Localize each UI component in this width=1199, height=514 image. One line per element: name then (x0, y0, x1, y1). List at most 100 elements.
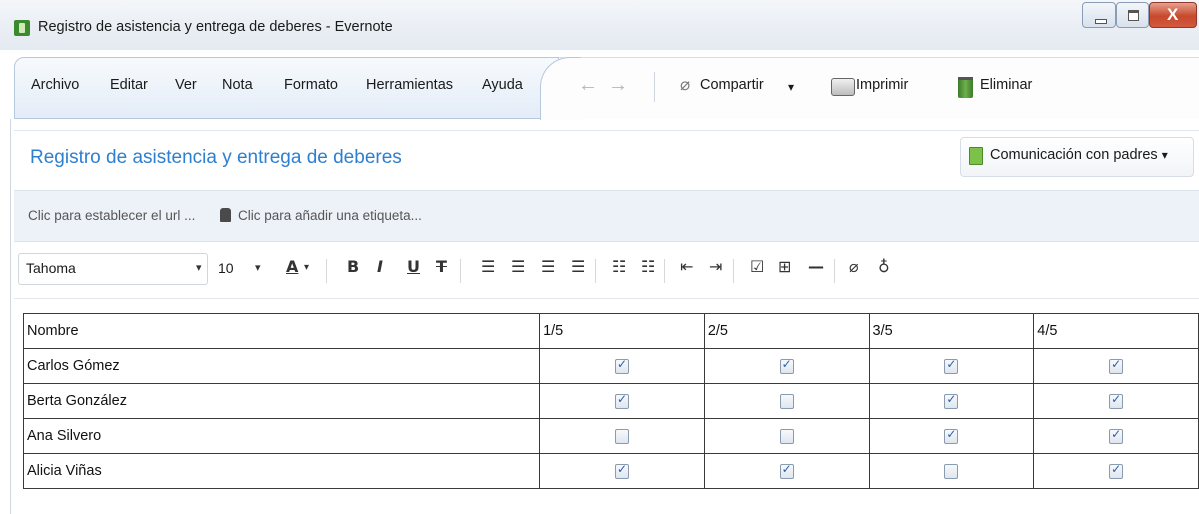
checkbox-checked[interactable] (1109, 462, 1124, 479)
checkbox-checked[interactable] (779, 462, 794, 479)
menu-formato[interactable]: Formato (284, 77, 338, 93)
delete-button[interactable]: Eliminar (980, 77, 1032, 93)
align-right-icon[interactable]: ☰ (541, 257, 555, 276)
format-divider (834, 259, 835, 283)
attachment-icon[interactable]: ⌀ (849, 257, 859, 276)
attendance-cell (868, 418, 1035, 454)
menu-herramientas[interactable]: Herramientas (366, 77, 453, 93)
share-button[interactable]: Compartir (700, 77, 764, 93)
header-date[interactable]: 2/5 (703, 313, 870, 349)
trash-icon (958, 77, 973, 98)
notebook-label: Comunicación con padres ▾ (990, 147, 1168, 163)
checkbox-checked[interactable] (944, 427, 959, 444)
checkbox-checked[interactable] (1109, 357, 1124, 374)
attendance-cell (1033, 383, 1199, 419)
checkbox-unchecked[interactable] (614, 428, 629, 444)
print-button[interactable]: Imprimir (856, 77, 908, 93)
format-divider (664, 259, 665, 283)
checkbox-checked[interactable] (944, 357, 959, 374)
note-title[interactable]: Registro de asistencia y entrega de debe… (30, 147, 402, 169)
header-date[interactable]: 3/5 (868, 313, 1035, 349)
format-divider (460, 259, 461, 283)
attendance-cell (703, 453, 870, 489)
header-date[interactable]: 4/5 (1033, 313, 1199, 349)
checkbox-checked[interactable] (779, 357, 794, 374)
close-button[interactable]: X (1149, 2, 1197, 28)
header-nombre[interactable]: Nombre (22, 313, 541, 349)
attendance-cell (1033, 418, 1199, 454)
checkbox-checked[interactable] (1109, 427, 1124, 444)
attendance-cell (539, 453, 705, 489)
align-justify-icon[interactable]: ☰ (571, 257, 585, 276)
tag-icon (220, 208, 231, 222)
menu-nota[interactable]: Nota (222, 77, 253, 93)
student-name-cell[interactable]: Carlos Gómez (22, 348, 541, 384)
header-date[interactable]: 1/5 (539, 313, 705, 349)
format-divider (326, 259, 327, 283)
toolbar-divider (654, 72, 655, 102)
window-title: Registro de asistencia y entrega de debe… (38, 19, 393, 35)
share-caret-icon[interactable]: ▾ (788, 80, 794, 94)
minimize-button[interactable] (1082, 2, 1116, 28)
window-left-edge (10, 119, 11, 514)
horizontal-rule-icon[interactable]: — (808, 257, 824, 276)
back-arrow-icon[interactable]: ← (578, 74, 598, 97)
indent-icon[interactable]: ⇥ (709, 257, 722, 276)
attendance-cell (868, 453, 1035, 489)
checkbox-unchecked[interactable] (779, 428, 794, 444)
menu-editar[interactable]: Editar (110, 77, 148, 93)
printer-icon (831, 78, 855, 96)
notebook-caret-icon: ▾ (1161, 148, 1168, 162)
table-header-row: Nombre 1/5 2/5 3/5 4/5 (22, 313, 1199, 349)
checkbox-checked[interactable] (614, 392, 629, 409)
font-color-icon[interactable]: A (286, 257, 298, 276)
attendance-cell (539, 418, 705, 454)
strikethrough-icon[interactable]: T (436, 257, 447, 276)
maximize-button[interactable] (1116, 2, 1149, 28)
italic-icon[interactable]: I (377, 257, 383, 276)
menu-archivo[interactable]: Archivo (31, 77, 79, 93)
table-insert-icon[interactable]: ⊞ (778, 257, 791, 276)
font-size-select[interactable]: 10 (218, 260, 234, 276)
checkbox-unchecked[interactable] (944, 463, 959, 479)
tag-field[interactable]: Clic para añadir una etiqueta... (238, 208, 422, 223)
checkbox-checked[interactable] (1109, 392, 1124, 409)
student-name-cell[interactable]: Berta González (22, 383, 541, 419)
student-name-cell[interactable]: Alicia Viñas (22, 453, 541, 489)
evernote-app-icon (14, 20, 30, 36)
menu-ayuda[interactable]: Ayuda (482, 77, 523, 93)
bullet-list-icon[interactable]: ☷ (612, 257, 626, 276)
forward-arrow-icon[interactable]: → (608, 74, 628, 97)
attendance-cell (868, 383, 1035, 419)
menu-ver[interactable]: Ver (175, 77, 197, 93)
align-center-icon[interactable]: ☰ (511, 257, 525, 276)
align-left-icon[interactable]: ☰ (481, 257, 495, 276)
checkbox-unchecked[interactable] (779, 393, 794, 409)
numbered-list-icon[interactable]: ☷ (641, 257, 655, 276)
student-name-cell[interactable]: Ana Silvero (22, 418, 541, 454)
checkbox-checked[interactable] (944, 392, 959, 409)
font-color-caret-icon[interactable]: ▾ (304, 262, 309, 273)
format-divider (733, 259, 734, 283)
table-row: Berta González (22, 383, 1199, 419)
font-dropdown-caret-icon[interactable]: ▾ (196, 261, 202, 274)
format-divider (595, 259, 596, 283)
checkbox-checked[interactable] (614, 462, 629, 479)
attendance-cell (703, 383, 870, 419)
font-family-value: Tahoma (26, 260, 76, 276)
underline-icon[interactable]: U (407, 257, 420, 276)
table-row: Alicia Viñas (22, 453, 1199, 489)
outdent-icon[interactable]: ⇤ (680, 257, 693, 276)
attendance-cell (868, 348, 1035, 384)
attendance-cell (1033, 453, 1199, 489)
attendance-cell (1033, 348, 1199, 384)
close-icon: X (1167, 5, 1179, 24)
paperclip-icon: ⌀ (680, 75, 691, 95)
checkbox-insert-icon[interactable]: ☑ (750, 257, 764, 276)
bold-icon[interactable]: B (347, 257, 359, 276)
size-dropdown-caret-icon[interactable]: ▾ (255, 261, 261, 274)
table-row: Carlos Gómez (22, 348, 1199, 384)
checkbox-checked[interactable] (614, 357, 629, 374)
url-field[interactable]: Clic para establecer el url ... (28, 208, 195, 223)
microphone-icon[interactable]: ♁ (878, 257, 890, 276)
